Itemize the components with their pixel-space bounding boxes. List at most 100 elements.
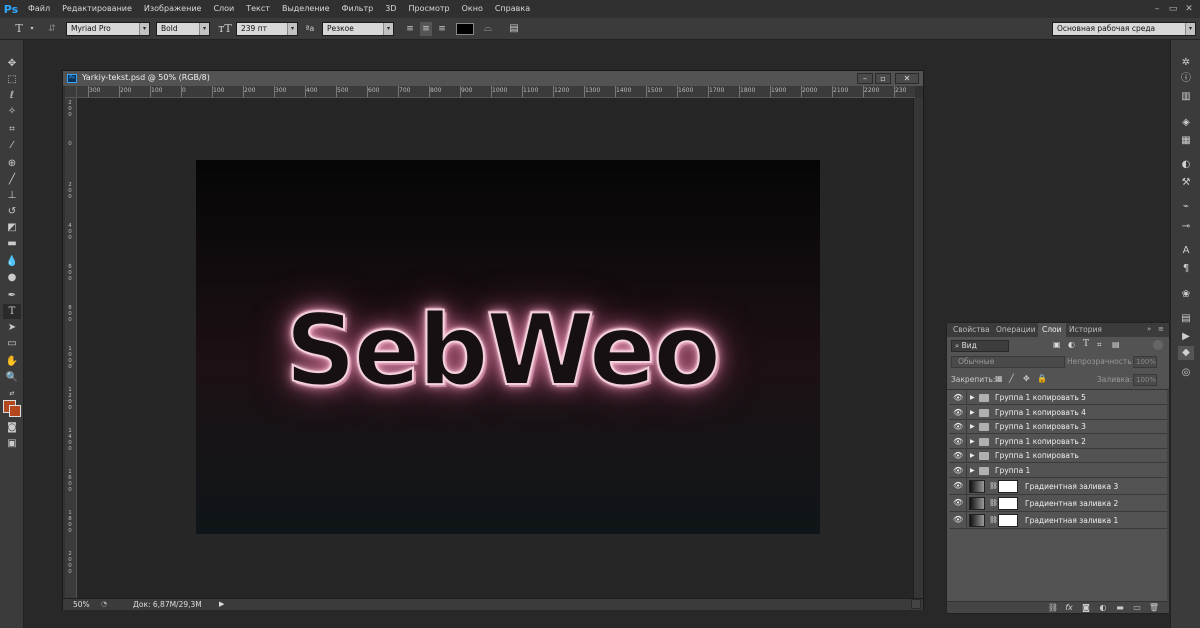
styles-panel-icon[interactable]: ⚒ <box>1178 176 1194 190</box>
layers-scrollbar[interactable] <box>1167 390 1169 600</box>
adjustments-panel-icon[interactable]: ◐ <box>1178 158 1194 172</box>
add-mask-icon[interactable]: ◙ <box>1080 602 1092 614</box>
filter-smart-object-icon[interactable]: ▤ <box>1112 340 1120 349</box>
magic-wand-tool-icon[interactable]: ✧ <box>3 104 21 119</box>
new-adjustment-layer-icon[interactable]: ◐ <box>1097 602 1109 614</box>
filter-toggle[interactable] <box>1153 340 1163 350</box>
filter-pixel-icon[interactable]: ▣ <box>1053 340 1061 349</box>
blur-tool-icon[interactable]: 💧 <box>3 254 21 269</box>
font-size-select[interactable]: 239 пт ▾ <box>236 22 298 36</box>
3d-panel-icon[interactable]: ◈ <box>1178 116 1194 130</box>
layer-row[interactable]: 👁 ▶ Группа 1 копировать 4 <box>949 405 1167 420</box>
healing-brush-tool-icon[interactable]: ⊕ <box>3 156 21 171</box>
ruler-origin[interactable] <box>65 86 77 98</box>
color-panel-icon[interactable]: ✲ <box>1178 56 1194 70</box>
visibility-eye-icon[interactable]: 👁 <box>953 437 963 447</box>
default-colors-icon[interactable]: ⇄ <box>3 386 21 401</box>
info-panel-icon[interactable]: ⓘ <box>1178 72 1194 86</box>
expand-arrow-icon[interactable]: ▶ <box>970 449 975 463</box>
channels-panel-icon[interactable]: ◎ <box>1178 366 1194 380</box>
text-color-swatch[interactable] <box>456 23 474 35</box>
background-color-swatch[interactable] <box>9 405 21 417</box>
brush-tool-icon[interactable]: ╱ <box>3 172 21 187</box>
expand-arrow-icon[interactable]: ▶ <box>970 435 975 449</box>
new-group-icon[interactable]: ▬ <box>1114 602 1126 614</box>
timeline-panel-icon[interactable]: ▶ <box>1178 330 1194 344</box>
histogram-panel-icon[interactable]: ▥ <box>1178 90 1194 104</box>
filter-adjustment-icon[interactable]: ◐ <box>1068 340 1075 349</box>
restore-icon[interactable]: ▭ <box>1166 3 1180 15</box>
delete-layer-icon[interactable]: 🗑 <box>1148 602 1160 614</box>
new-layer-icon[interactable]: ▭ <box>1131 602 1143 614</box>
antialias-select[interactable]: Резкое ▾ <box>322 22 394 36</box>
zoom-level[interactable]: 50% <box>73 600 90 609</box>
align-center-icon[interactable]: ≡ <box>420 22 432 36</box>
link-icon[interactable]: ⛓ <box>989 512 998 529</box>
layer-style-icon[interactable]: fx <box>1063 602 1075 614</box>
menu-image[interactable]: Изображение <box>138 0 208 18</box>
align-right-icon[interactable]: ≡ <box>436 22 448 36</box>
expand-arrow-icon[interactable]: ▶ <box>970 391 975 405</box>
minimize-icon[interactable]: – <box>1150 3 1164 15</box>
layer-row[interactable]: 👁 ▶ Группа 1 <box>949 463 1167 478</box>
resize-grip-icon[interactable] <box>911 599 921 609</box>
type-tool-icon[interactable]: T <box>12 22 26 36</box>
font-style-select[interactable]: Bold ▾ <box>156 22 210 36</box>
expand-arrow-icon[interactable]: ▶ <box>970 420 975 434</box>
type-tool-icon[interactable]: T <box>3 304 21 319</box>
link-icon[interactable]: ⛓ <box>989 478 998 495</box>
align-left-icon[interactable]: ≡ <box>404 22 416 36</box>
history-brush-tool-icon[interactable]: ↺ <box>3 204 21 219</box>
gradient-thumbnail[interactable] <box>969 497 985 510</box>
document-titlebar[interactable]: Ps Yarkiy-tekst.psd @ 50% (RGB/8) – ▫ ✕ <box>63 71 923 86</box>
status-info-icon[interactable]: ◔ <box>101 600 107 608</box>
panel-menu-icon[interactable]: ≡ <box>1158 325 1164 333</box>
visibility-eye-icon[interactable]: 👁 <box>953 408 963 418</box>
eraser-tool-icon[interactable]: ◩ <box>3 220 21 235</box>
warp-text-icon[interactable]: ⌓ <box>482 22 494 36</box>
lock-position-icon[interactable]: ✥ <box>1023 374 1030 383</box>
mask-thumbnail[interactable] <box>998 514 1018 527</box>
menu-type[interactable]: Текст <box>240 0 276 18</box>
expand-arrow-icon[interactable]: ▶ <box>970 406 975 420</box>
visibility-eye-icon[interactable]: 👁 <box>953 515 963 525</box>
tab-properties[interactable]: Свойства <box>949 323 994 337</box>
lock-image-icon[interactable]: ╱ <box>1009 374 1014 383</box>
quick-mask-icon[interactable]: ◙ <box>3 420 21 435</box>
visibility-eye-icon[interactable]: 👁 <box>953 451 963 461</box>
blend-mode-select[interactable]: Обычные <box>951 356 1065 368</box>
gradient-thumbnail[interactable] <box>969 514 985 527</box>
menu-filter[interactable]: Фильтр <box>336 0 380 18</box>
artboard-image[interactable]: SebWeo <box>196 160 820 534</box>
lock-transparent-icon[interactable]: ▦ <box>995 374 1003 383</box>
doc-close-button[interactable]: ✕ <box>895 73 919 84</box>
layer-row[interactable]: 👁 ▶ Группа 1 копировать 3 <box>949 420 1167 434</box>
menu-window[interactable]: Окно <box>456 0 489 18</box>
marquee-tool-icon[interactable]: ⬚ <box>3 72 21 87</box>
gradient-thumbnail[interactable] <box>969 480 985 493</box>
menu-layers[interactable]: Слои <box>207 0 240 18</box>
menu-select[interactable]: Выделение <box>276 0 336 18</box>
menu-edit[interactable]: Редактирование <box>56 0 138 18</box>
visibility-eye-icon[interactable]: 👁 <box>953 481 963 491</box>
filter-shape-icon[interactable]: ⌗ <box>1097 340 1102 350</box>
layer-row[interactable]: 👁 ▶ Группа 1 копировать <box>949 449 1167 463</box>
tab-layers[interactable]: Слои <box>1038 323 1066 337</box>
fill-input[interactable]: 100% <box>1133 374 1157 386</box>
layer-row[interactable]: 👁 ▶ Группа 1 копировать 2 <box>949 434 1167 449</box>
link-layers-icon[interactable]: ⛓ <box>1047 602 1059 614</box>
zoom-tool-icon[interactable]: 🔍 <box>3 370 21 385</box>
clone-source-icon[interactable]: ❀ <box>1178 288 1194 302</box>
visibility-eye-icon[interactable]: 👁 <box>953 422 963 432</box>
pen-tool-icon[interactable]: ✒ <box>3 288 21 303</box>
close-icon[interactable]: ✕ <box>1182 3 1196 15</box>
tab-actions[interactable]: Операции <box>992 323 1040 337</box>
layer-row[interactable]: 👁 ⛓ Градиентная заливка 3 <box>949 478 1167 495</box>
mask-thumbnail[interactable] <box>998 480 1018 493</box>
text-orientation-icon[interactable]: ⇵ <box>45 22 59 36</box>
layer-row[interactable]: 👁 ⛓ Градиентная заливка 1 <box>949 512 1167 529</box>
lasso-tool-icon[interactable]: ℓ <box>3 88 21 103</box>
character-panel-icon[interactable]: A <box>1178 244 1194 258</box>
filter-type-icon[interactable]: T <box>1083 339 1089 349</box>
doc-maximize-button[interactable]: ▫ <box>875 73 891 84</box>
